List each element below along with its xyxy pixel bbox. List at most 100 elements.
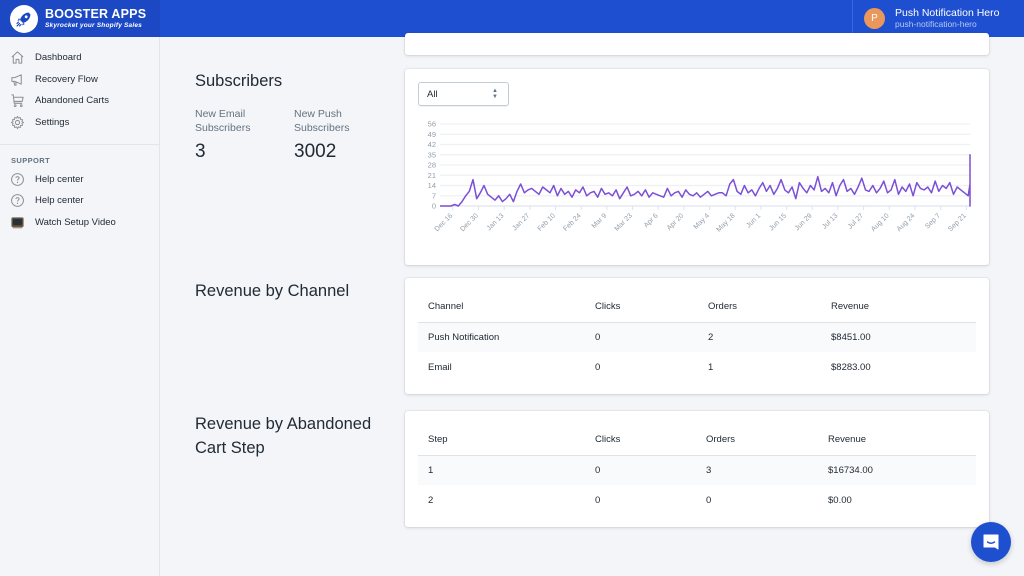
revenue-by-channel-table: Channel Clicks Orders Revenue Push Notif…: [418, 292, 976, 382]
table-cell: Email: [428, 361, 452, 373]
revenue-by-step-title: Revenue by Abandoned Cart Step: [195, 413, 371, 461]
new-email-subscribers-value: 3: [195, 141, 206, 162]
y-tick-label: 28: [428, 161, 436, 170]
megaphone-icon: [11, 74, 22, 86]
rocket-logo-icon: [10, 4, 38, 33]
previous-card: [405, 33, 989, 55]
y-tick-label: 14: [428, 181, 436, 190]
new-email-subscribers-label: New Email Subscribers: [195, 107, 250, 135]
table-row: Push Notification 0 2 $8451.00: [418, 322, 976, 352]
revenue-by-step-table: Step Clicks Orders Revenue 1 0 3 $16734.…: [418, 425, 976, 515]
user-handle: push-notification-hero: [895, 18, 977, 29]
table-row: 2 0 0 $0.00: [418, 485, 976, 515]
label-line: New Push: [294, 108, 342, 120]
x-tick-label: Jun 29: [794, 212, 814, 232]
x-tick-label: May 4: [693, 212, 712, 231]
sidebar-item-label: Settings: [35, 117, 70, 129]
x-tick-label: Aug 10: [870, 212, 891, 233]
x-tick-label: Jul 27: [847, 212, 865, 230]
table-cell: 0: [595, 361, 601, 373]
table-cell: 0: [706, 494, 712, 506]
cart-icon: [11, 94, 24, 108]
sidebar-item-dashboard[interactable]: Dashboard: [0, 47, 159, 69]
user-menu[interactable]: P Push Notification Hero push-notificati…: [852, 0, 1024, 37]
sidebar-item-label: Help center: [35, 173, 84, 185]
x-tick-label: May 18: [715, 212, 736, 233]
main-content: Subscribers New Email Subscribers 3 New …: [160, 33, 1024, 576]
x-tick-label: Jun 15: [768, 212, 788, 232]
revenue-by-channel-title: Revenue by Channel: [195, 282, 350, 300]
subscribers-chart-card: All ▲ ▼ 0 7 14 21 28 35 42 49 56 Dec 16 Dec 30 Jan 1…: [405, 69, 989, 265]
column-header: Step: [418, 425, 585, 456]
column-header: Clicks: [585, 425, 696, 456]
series-line: [440, 154, 971, 207]
revenue-by-channel-card: Channel Clicks Orders Revenue Push Notif…: [405, 278, 989, 394]
x-tick-label: Jul 13: [821, 212, 839, 230]
label-line: New Email: [195, 108, 246, 120]
table-cell: $8283.00: [831, 361, 871, 373]
subscribers-title: Subscribers: [195, 72, 283, 90]
chat-icon: [983, 534, 999, 550]
x-tick-label: Apr 20: [666, 212, 686, 232]
support-heading: SUPPORT: [11, 155, 51, 165]
sidebar-item-recovery-flow[interactable]: Recovery Flow: [0, 69, 159, 91]
column-header: Orders: [696, 425, 818, 456]
subscribers-line-chart: 0 7142128 35424956 Dec 16 Dec 30 Jan 13 Jan 27…: [428, 120, 971, 234]
y-tick-label: 42: [428, 140, 436, 149]
x-tick-label: Feb 10: [537, 212, 557, 232]
x-tick-label: Dec 16: [434, 212, 455, 233]
title-line: Revenue by Abandoned: [195, 415, 372, 433]
x-tick-label: Jun 1: [745, 212, 762, 229]
sidebar-item-label: Watch Setup Video: [35, 216, 116, 228]
table-cell: 3: [696, 455, 818, 485]
x-tick-label: Dec 30: [459, 212, 480, 233]
y-tick-label: 21: [428, 171, 436, 180]
table-cell: $0.00: [828, 494, 852, 506]
column-header: Clicks: [585, 292, 698, 323]
table-cell: 1: [708, 361, 714, 373]
table-cell: 1: [418, 455, 585, 485]
table-row: 1 0 3 $16734.00: [418, 455, 976, 485]
y-tick-label: 35: [428, 150, 436, 159]
x-tick-label: Feb 24: [562, 212, 582, 232]
revenue-by-step-card: Step Clicks Orders Revenue 1 0 3 $16734.…: [405, 411, 989, 527]
sidebar-divider: [0, 144, 159, 146]
table-cell: 0: [585, 455, 696, 485]
x-tick-label: Mar 9: [591, 212, 609, 230]
brand-tagline: Skyrocket your Shopify Sales: [45, 21, 142, 29]
label-line: Subscribers: [294, 122, 350, 135]
top-bar: BOOSTER APPS Skyrocket your Shopify Sale…: [0, 0, 1024, 37]
chat-button[interactable]: [971, 522, 1011, 562]
x-tick-label: Jan 27: [511, 212, 531, 232]
label-line: Subscribers: [195, 122, 251, 135]
sidebar: Dashboard Recovery Flow Abandoned Carts …: [0, 37, 160, 576]
table-cell: 2: [428, 494, 434, 506]
x-tick-label: Sep 21: [947, 212, 968, 233]
table-cell: 2: [698, 322, 821, 352]
column-header: Revenue: [818, 425, 976, 456]
table-cell: 0: [595, 494, 601, 506]
gear-icon: [10, 116, 25, 130]
sidebar-item-label: Help center: [35, 195, 84, 207]
sidebar-item-abandoned-carts[interactable]: Abandoned Carts: [0, 90, 159, 112]
avatar: P: [864, 8, 885, 29]
sidebar-item-label: Recovery Flow: [35, 73, 98, 85]
home-icon: [11, 51, 24, 64]
x-tick-label: Apr 6: [643, 212, 660, 229]
title-line: Cart Step: [195, 438, 265, 457]
x-tick-label: Sep 7: [924, 212, 942, 230]
table-row: Email 0 1 $8283.00: [418, 352, 976, 382]
table-cell: $16734.00: [818, 455, 976, 485]
x-tick-label: Mar 23: [614, 212, 634, 232]
sidebar-item-watch-setup-video[interactable]: Watch Setup Video: [0, 212, 159, 234]
sidebar-item-help-center[interactable]: Help center: [0, 168, 159, 190]
sidebar-item-help-center-2[interactable]: Help center: [0, 190, 159, 212]
brand[interactable]: BOOSTER APPS Skyrocket your Shopify Sale…: [0, 0, 160, 37]
help-circle-icon: [11, 194, 24, 208]
x-tick-label: Jan 13: [486, 212, 506, 232]
y-tick-label: 7: [432, 191, 436, 200]
y-tick-label: 0: [432, 202, 436, 211]
sidebar-item-settings[interactable]: Settings: [0, 112, 159, 134]
column-header: Orders: [698, 292, 821, 323]
table-cell: Push Notification: [418, 322, 585, 352]
